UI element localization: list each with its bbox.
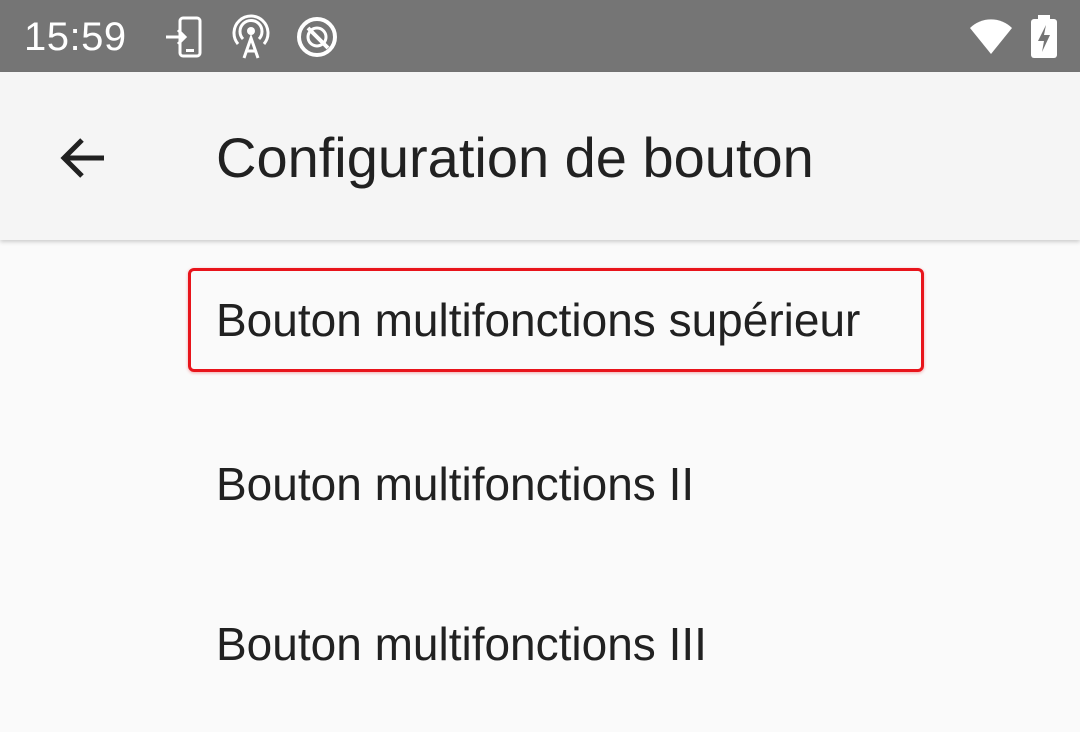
back-button[interactable] bbox=[40, 116, 128, 204]
app-bar: Configuration de bouton bbox=[0, 72, 1080, 240]
arrow-left-icon bbox=[56, 130, 112, 191]
list-item-multifunction-button-ii[interactable]: Bouton multifonctions II bbox=[0, 404, 1080, 564]
hotspot-icon bbox=[228, 14, 274, 60]
list-item-multifunction-button-iii[interactable]: Bouton multifonctions III bbox=[0, 564, 1080, 724]
page-title: Configuration de bouton bbox=[216, 126, 814, 189]
list-item-label: Bouton multifonctions II bbox=[216, 458, 695, 510]
settings-list: Bouton multifonctions supérieur Bouton m… bbox=[0, 240, 1080, 732]
do-not-disturb-icon bbox=[294, 14, 340, 60]
status-bar: 15:59 bbox=[0, 0, 1080, 72]
list-item-label: Bouton multifonctions supérieur bbox=[216, 294, 861, 346]
wifi-icon bbox=[968, 14, 1014, 60]
list-item-label: Bouton multifonctions III bbox=[216, 618, 707, 670]
status-time: 15:59 bbox=[24, 15, 127, 59]
list-item-upper-multifunction-button[interactable]: Bouton multifonctions supérieur bbox=[0, 240, 1080, 400]
battery-charging-icon bbox=[1024, 14, 1064, 60]
phone-login-icon bbox=[162, 14, 208, 60]
